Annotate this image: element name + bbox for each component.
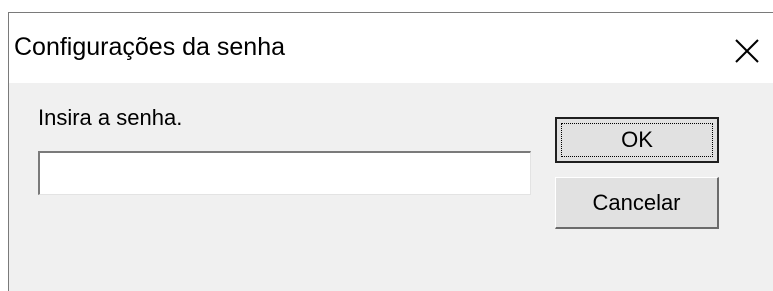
ok-button[interactable]: OK [555, 117, 719, 163]
ok-button-label: OK [561, 123, 713, 157]
cancel-button[interactable]: Cancelar [555, 177, 719, 229]
close-icon [735, 39, 759, 63]
password-settings-dialog: Configurações da senha Insira a senha. O… [8, 12, 773, 291]
title-bar: Configurações da senha [9, 13, 773, 83]
password-input[interactable] [38, 151, 531, 195]
dialog-title: Configurações da senha [14, 33, 286, 61]
password-prompt-label: Insira a senha. [38, 105, 183, 130]
close-button[interactable] [723, 21, 771, 71]
